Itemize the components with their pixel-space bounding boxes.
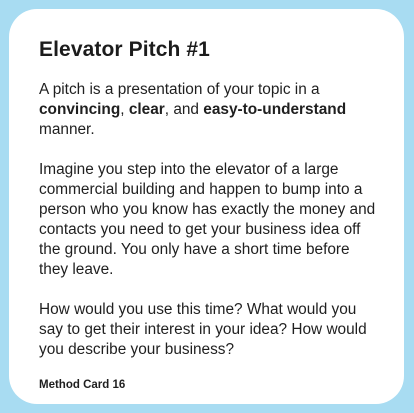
- intro-separator-1: ,: [120, 101, 129, 118]
- intro-text-end: manner.: [39, 121, 95, 138]
- keyword-clear: clear: [128, 101, 165, 118]
- keyword-convincing: convincing: [39, 101, 121, 118]
- scenario-paragraph: Imagine you step into the elevator of a …: [39, 161, 376, 278]
- intro-text-start: A pitch is a presentation of your topic …: [39, 81, 320, 98]
- intro-separator-2: , and: [164, 101, 204, 118]
- card-title: Elevator Pitch #1: [39, 38, 210, 61]
- card-footer-label: Method Card 16: [39, 379, 126, 391]
- questions-paragraph: How would you use this time? What would …: [39, 301, 367, 358]
- keyword-easy-to-understand: easy-to-understand: [203, 101, 347, 118]
- intro-paragraph: A pitch is a presentation of your topic …: [39, 80, 382, 140]
- method-card: Elevator Pitch #1 A pitch is a presentat…: [9, 9, 404, 404]
